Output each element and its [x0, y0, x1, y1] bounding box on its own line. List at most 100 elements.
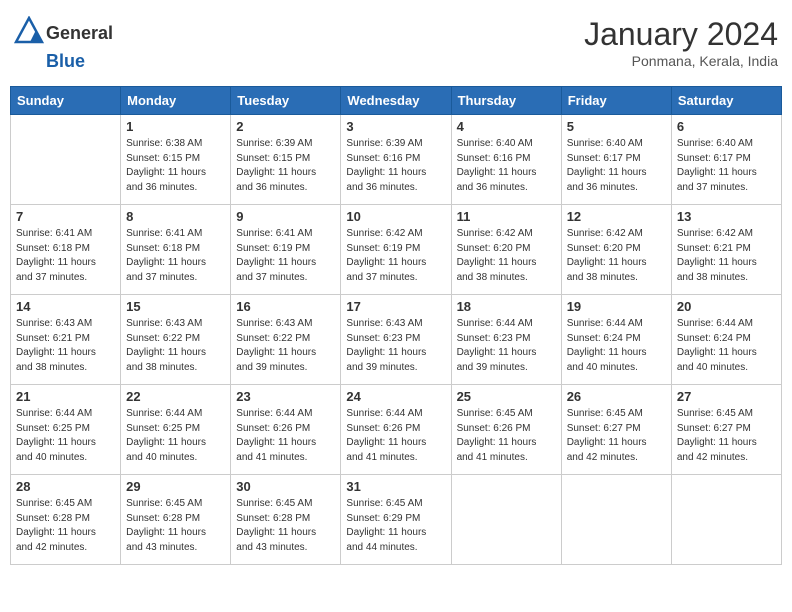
- day-info: Sunrise: 6:45 AM Sunset: 6:26 PM Dayligh…: [457, 407, 556, 465]
- day-info: Sunrise: 6:44 AM Sunset: 6:24 PM Dayligh…: [567, 317, 666, 375]
- day-number: 18: [457, 299, 556, 314]
- day-info: Sunrise: 6:44 AM Sunset: 6:25 PM Dayligh…: [126, 407, 225, 465]
- day-number: 25: [457, 389, 556, 404]
- calendar-cell: 2Sunrise: 6:39 AM Sunset: 6:15 PM Daylig…: [231, 115, 341, 205]
- day-number: 7: [16, 209, 115, 224]
- day-info: Sunrise: 6:43 AM Sunset: 6:23 PM Dayligh…: [346, 317, 445, 375]
- calendar-cell: 12 Sunrise: 6:42 AM Sunset: 6:20 PM Dayli…: [561, 205, 671, 295]
- day-number: 21: [16, 389, 115, 404]
- calendar-cell: 10 Sunrise: 6:42 AM Sunset: 6:19 PM Dayli…: [341, 205, 451, 295]
- day-number: 6: [677, 119, 776, 134]
- day-number: 4: [457, 119, 556, 134]
- day-info: Sunrise: 6:42 AM Sunset: 6:21 PM Dayligh…: [677, 227, 776, 285]
- logo: General Blue: [14, 16, 113, 72]
- day-number: 13: [677, 209, 776, 224]
- day-number: 28: [16, 479, 115, 494]
- calendar-cell: [11, 115, 121, 205]
- day-number: 27: [677, 389, 776, 404]
- day-number: 31: [346, 479, 445, 494]
- calendar-cell: [671, 475, 781, 565]
- calendar-cell: 8 Sunrise: 6:41 AM Sunset: 6:18 PM Daylig…: [121, 205, 231, 295]
- day-info: Sunrise: 6:43 AM Sunset: 6:22 PM Dayligh…: [126, 317, 225, 375]
- calendar-cell: 11 Sunrise: 6:42 AM Sunset: 6:20 PM Dayli…: [451, 205, 561, 295]
- calendar-cell: 18 Sunrise: 6:44 AM Sunset: 6:23 PM Dayli…: [451, 295, 561, 385]
- calendar-cell: 24Sunrise: 6:44 AM Sunset: 6:26 PM Dayli…: [341, 385, 451, 475]
- day-info: Sunrise: 6:44 AM Sunset: 6:25 PM Dayligh…: [16, 407, 115, 465]
- calendar-cell: 19 Sunrise: 6:44 AM Sunset: 6:24 PM Dayli…: [561, 295, 671, 385]
- day-number: 17: [346, 299, 445, 314]
- logo-blue-text: Blue: [46, 51, 85, 72]
- day-info: Sunrise: 6:42 AM Sunset: 6:20 PM Dayligh…: [567, 227, 666, 285]
- calendar-cell: [561, 475, 671, 565]
- day-number: 16: [236, 299, 335, 314]
- calendar-cell: 6 Sunrise: 6:40 AM Sunset: 6:17 PM Daylig…: [671, 115, 781, 205]
- week-row-2: 7 Sunrise: 6:41 AM Sunset: 6:18 PM Daylig…: [11, 205, 782, 295]
- day-info: Sunrise: 6:40 AM Sunset: 6:17 PM Dayligh…: [567, 137, 666, 195]
- day-number: 30: [236, 479, 335, 494]
- day-info: Sunrise: 6:41 AM Sunset: 6:19 PM Dayligh…: [236, 227, 335, 285]
- calendar-cell: 7 Sunrise: 6:41 AM Sunset: 6:18 PM Daylig…: [11, 205, 121, 295]
- day-info: Sunrise: 6:39 AM Sunset: 6:16 PM Dayligh…: [346, 137, 445, 195]
- day-number: 19: [567, 299, 666, 314]
- week-row-4: 21 Sunrise: 6:44 AM Sunset: 6:25 PM Dayli…: [11, 385, 782, 475]
- day-number: 9: [236, 209, 335, 224]
- calendar-cell: 4 Sunrise: 6:40 AM Sunset: 6:16 PM Daylig…: [451, 115, 561, 205]
- day-number: 23: [236, 389, 335, 404]
- calendar-cell: 16 Sunrise: 6:43 AM Sunset: 6:22 PM Dayli…: [231, 295, 341, 385]
- day-info: Sunrise: 6:40 AM Sunset: 6:16 PM Dayligh…: [457, 137, 556, 195]
- day-info: Sunrise: 6:43 AM Sunset: 6:21 PM Dayligh…: [16, 317, 115, 375]
- calendar-cell: 20Sunrise: 6:44 AM Sunset: 6:24 PM Dayli…: [671, 295, 781, 385]
- calendar-cell: 3 Sunrise: 6:39 AM Sunset: 6:16 PM Daylig…: [341, 115, 451, 205]
- col-header-monday: Monday: [121, 87, 231, 115]
- day-info: Sunrise: 6:44 AM Sunset: 6:26 PM Dayligh…: [236, 407, 335, 465]
- col-header-tuesday: Tuesday: [231, 87, 341, 115]
- location: Ponmana, Kerala, India: [584, 53, 778, 69]
- title-area: January 2024 Ponmana, Kerala, India: [584, 16, 778, 69]
- logo-icon: [14, 16, 44, 46]
- col-header-wednesday: Wednesday: [341, 87, 451, 115]
- day-number: 10: [346, 209, 445, 224]
- day-info: Sunrise: 6:39 AM Sunset: 6:15 PM Dayligh…: [236, 137, 335, 195]
- day-number: 26: [567, 389, 666, 404]
- day-number: 8: [126, 209, 225, 224]
- calendar-cell: 13 Sunrise: 6:42 AM Sunset: 6:21 PM Dayli…: [671, 205, 781, 295]
- calendar-cell: 29Sunrise: 6:45 AM Sunset: 6:28 PM Dayli…: [121, 475, 231, 565]
- calendar-cell: 26Sunrise: 6:45 AM Sunset: 6:27 PM Dayli…: [561, 385, 671, 475]
- col-header-friday: Friday: [561, 87, 671, 115]
- day-info: Sunrise: 6:38 AM Sunset: 6:15 PM Dayligh…: [126, 137, 225, 195]
- calendar-cell: [451, 475, 561, 565]
- day-number: 14: [16, 299, 115, 314]
- day-info: Sunrise: 6:42 AM Sunset: 6:19 PM Dayligh…: [346, 227, 445, 285]
- day-number: 12: [567, 209, 666, 224]
- day-info: Sunrise: 6:41 AM Sunset: 6:18 PM Dayligh…: [126, 227, 225, 285]
- day-number: 3: [346, 119, 445, 134]
- header-row: SundayMondayTuesdayWednesdayThursdayFrid…: [11, 87, 782, 115]
- calendar-cell: 25 Sunrise: 6:45 AM Sunset: 6:26 PM Dayli…: [451, 385, 561, 475]
- calendar-cell: 17 Sunrise: 6:43 AM Sunset: 6:23 PM Dayli…: [341, 295, 451, 385]
- col-header-sunday: Sunday: [11, 87, 121, 115]
- day-number: 29: [126, 479, 225, 494]
- day-number: 1: [126, 119, 225, 134]
- day-info: Sunrise: 6:43 AM Sunset: 6:22 PM Dayligh…: [236, 317, 335, 375]
- day-number: 11: [457, 209, 556, 224]
- calendar-cell: 14 Sunrise: 6:43 AM Sunset: 6:21 PM Dayli…: [11, 295, 121, 385]
- week-row-1: 1 Sunrise: 6:38 AM Sunset: 6:15 PM Daylig…: [11, 115, 782, 205]
- day-info: Sunrise: 6:44 AM Sunset: 6:23 PM Dayligh…: [457, 317, 556, 375]
- calendar-cell: 1 Sunrise: 6:38 AM Sunset: 6:15 PM Daylig…: [121, 115, 231, 205]
- day-info: Sunrise: 6:42 AM Sunset: 6:20 PM Dayligh…: [457, 227, 556, 285]
- calendar-cell: 22 Sunrise: 6:44 AM Sunset: 6:25 PM Dayli…: [121, 385, 231, 475]
- calendar-cell: 15Sunrise: 6:43 AM Sunset: 6:22 PM Dayli…: [121, 295, 231, 385]
- calendar-cell: 9 Sunrise: 6:41 AM Sunset: 6:19 PM Daylig…: [231, 205, 341, 295]
- week-row-5: 28Sunrise: 6:45 AM Sunset: 6:28 PM Dayli…: [11, 475, 782, 565]
- day-info: Sunrise: 6:40 AM Sunset: 6:17 PM Dayligh…: [677, 137, 776, 195]
- logo-general-text: General: [46, 23, 113, 44]
- calendar-cell: 31 Sunrise: 6:45 AM Sunset: 6:29 PM Dayli…: [341, 475, 451, 565]
- col-header-thursday: Thursday: [451, 87, 561, 115]
- day-info: Sunrise: 6:45 AM Sunset: 6:27 PM Dayligh…: [677, 407, 776, 465]
- day-info: Sunrise: 6:45 AM Sunset: 6:29 PM Dayligh…: [346, 497, 445, 555]
- header: General Blue January 2024 Ponmana, Keral…: [10, 10, 782, 78]
- day-number: 22: [126, 389, 225, 404]
- calendar-cell: 5 Sunrise: 6:40 AM Sunset: 6:17 PM Daylig…: [561, 115, 671, 205]
- day-info: Sunrise: 6:41 AM Sunset: 6:18 PM Dayligh…: [16, 227, 115, 285]
- day-number: 5: [567, 119, 666, 134]
